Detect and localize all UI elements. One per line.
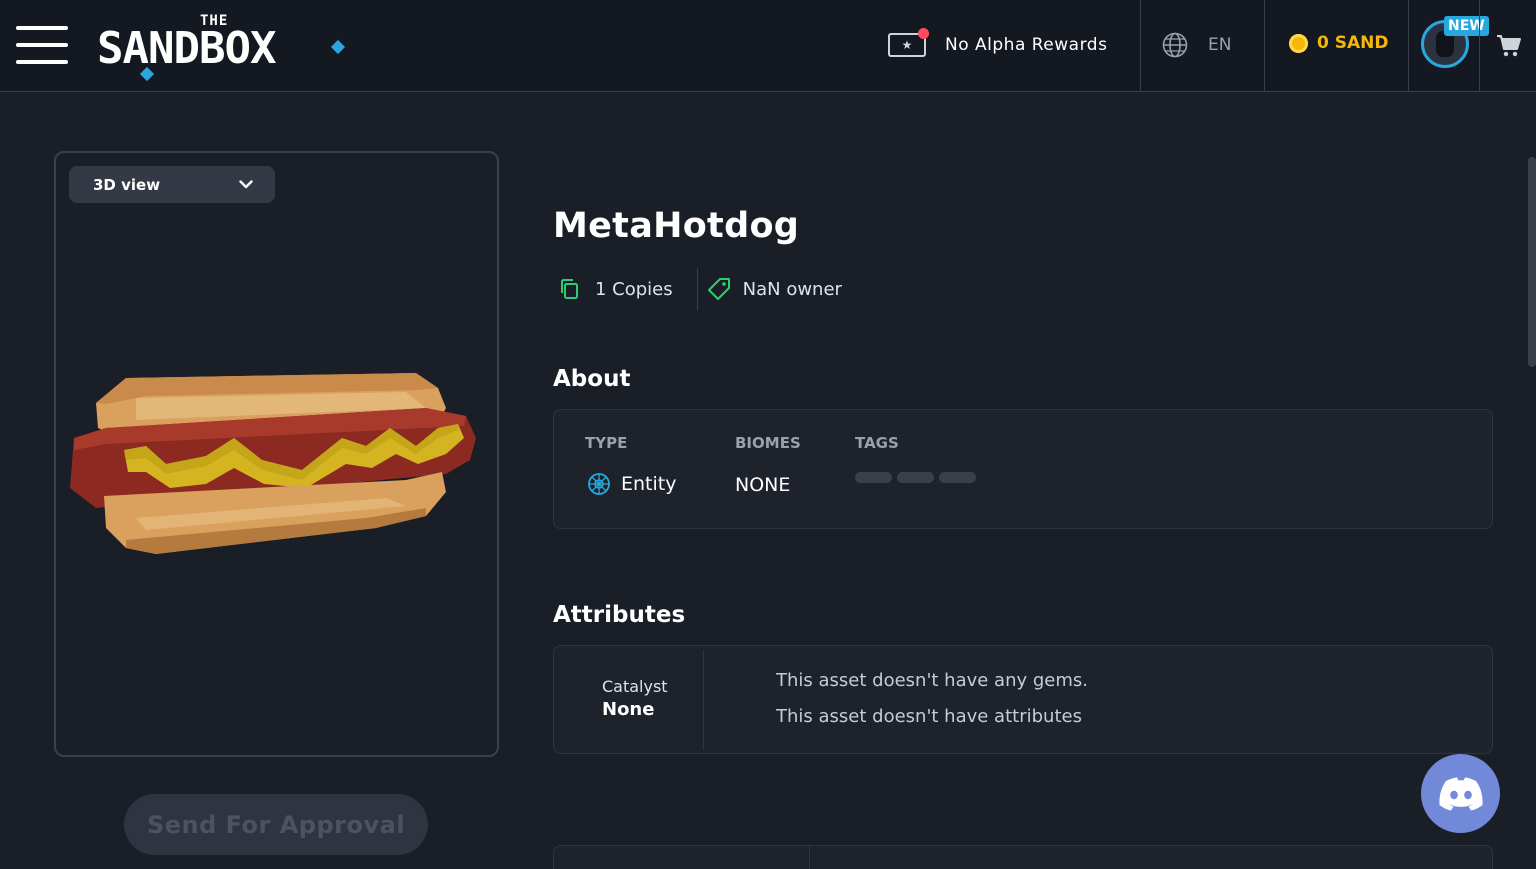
tags-label: TAGS bbox=[855, 434, 899, 452]
language-selector[interactable]: EN bbox=[1162, 32, 1231, 58]
about-section-title: About bbox=[553, 366, 631, 392]
tag-placeholder bbox=[939, 472, 976, 483]
globe-icon bbox=[1162, 32, 1188, 58]
biomes-label: BIOMES bbox=[735, 434, 801, 452]
discord-icon bbox=[1438, 777, 1483, 810]
type-value-label: Entity bbox=[621, 473, 677, 495]
top-navigation-bar: THE SANDBOX ★ No Alpha Rewards EN 0 SAND… bbox=[0, 0, 1536, 92]
copies-label: 1 Copies bbox=[595, 278, 673, 300]
biomes-value: NONE bbox=[735, 474, 791, 496]
type-value: Entity bbox=[587, 472, 676, 496]
new-badge: NEW bbox=[1444, 16, 1489, 36]
alpha-rewards-button[interactable]: ★ No Alpha Rewards bbox=[888, 28, 1108, 60]
stats-divider bbox=[696, 268, 698, 310]
notification-dot bbox=[918, 28, 929, 39]
additional-info-card bbox=[553, 845, 1493, 869]
copies-stat: 1 Copies bbox=[553, 278, 673, 300]
attributes-text: This asset doesn't have attributes bbox=[776, 706, 1082, 727]
header-divider bbox=[1264, 0, 1265, 92]
attributes-card: Catalyst None This asset doesn't have an… bbox=[553, 645, 1493, 754]
sand-balance-label: 0 SAND bbox=[1317, 33, 1389, 53]
entity-icon bbox=[588, 473, 610, 495]
logo-diamond-right bbox=[330, 39, 346, 55]
hotdog-3d-model bbox=[70, 373, 476, 554]
asset-3d-viewer[interactable]: 3D view bbox=[54, 151, 499, 757]
header-divider bbox=[1140, 0, 1141, 92]
tag-placeholder bbox=[855, 472, 892, 483]
header-divider bbox=[1408, 0, 1409, 92]
send-for-approval-button[interactable]: Send For Approval bbox=[124, 794, 428, 855]
tag-icon bbox=[707, 278, 730, 300]
rewards-label: No Alpha Rewards bbox=[945, 35, 1108, 55]
catalyst-label: Catalyst bbox=[602, 677, 668, 696]
attributes-section-title: Attributes bbox=[553, 602, 686, 628]
type-label: TYPE bbox=[585, 434, 628, 452]
discord-button[interactable] bbox=[1421, 754, 1500, 833]
menu-icon[interactable] bbox=[16, 26, 68, 64]
page-scrollbar[interactable] bbox=[1528, 157, 1536, 367]
asset-title: MetaHotdog bbox=[553, 206, 800, 246]
ticket-icon: ★ bbox=[888, 28, 929, 57]
gems-text: This asset doesn't have any gems. bbox=[776, 670, 1089, 691]
view-mode-dropdown[interactable]: 3D view bbox=[69, 166, 275, 203]
logo-wordmark: SANDBOX bbox=[97, 23, 276, 74]
header-divider bbox=[1479, 0, 1480, 92]
owners-stat: NaN owner bbox=[707, 277, 842, 301]
about-card: TYPE Entity BIOMES NONE TAGS bbox=[553, 409, 1493, 529]
copies-icon bbox=[561, 279, 578, 299]
attributes-divider bbox=[703, 650, 704, 750]
catalyst-value: None bbox=[602, 699, 655, 720]
sand-balance[interactable]: 0 SAND bbox=[1289, 33, 1389, 53]
card-divider bbox=[809, 846, 810, 869]
view-mode-label: 3D view bbox=[93, 175, 161, 194]
asset-stats: 1 Copies NaN owner bbox=[553, 268, 842, 310]
sandbox-logo[interactable]: THE SANDBOX bbox=[97, 10, 347, 82]
cart-icon[interactable] bbox=[1496, 34, 1522, 58]
chevron-down-icon bbox=[239, 180, 253, 189]
owners-label: NaN owner bbox=[742, 278, 842, 300]
language-label: EN bbox=[1208, 35, 1232, 55]
tag-placeholder bbox=[897, 472, 934, 483]
sand-coin-icon bbox=[1289, 33, 1308, 53]
